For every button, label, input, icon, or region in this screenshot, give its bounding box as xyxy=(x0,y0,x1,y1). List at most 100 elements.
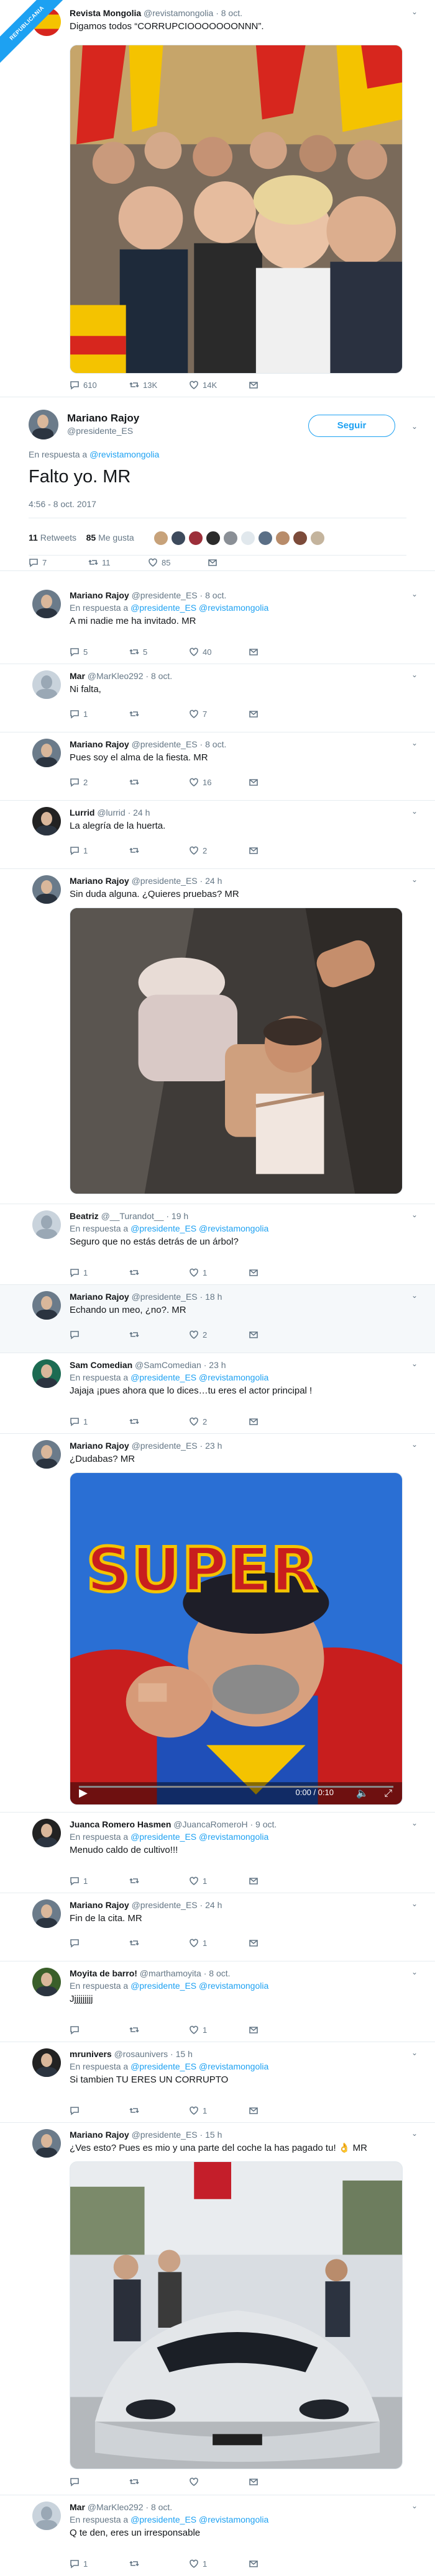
dm-button[interactable] xyxy=(249,845,262,857)
parent-tweet[interactable]: Revista Mongolia @revistamongolia · 8 oc… xyxy=(0,0,435,397)
reply-button[interactable] xyxy=(70,2477,83,2488)
chevron-down-icon[interactable]: ⌄ xyxy=(411,2048,419,2057)
author-name[interactable]: Beatriz xyxy=(70,1211,99,1221)
author-name[interactable]: Mariano Rajoy xyxy=(70,1292,129,1302)
avatar[interactable] xyxy=(32,1968,61,1996)
retweet-button[interactable] xyxy=(129,1876,143,1887)
chevron-down-icon[interactable]: ⌄ xyxy=(411,1968,419,1976)
reply-tweet[interactable]: Mariano Rajoy @presidente_ES · 23 h ¿Dud… xyxy=(0,1434,435,1813)
tweet-video[interactable]: SUPER ▶ 0:00 / 0:10 🔈 ⤢ xyxy=(70,1472,403,1805)
tweet-date[interactable]: 15 h xyxy=(176,2049,193,2059)
chevron-down-icon[interactable]: ⌄ xyxy=(411,1359,419,1368)
retweet-button[interactable] xyxy=(129,1330,143,1341)
chevron-down-icon[interactable]: ⌄ xyxy=(411,422,419,431)
fullscreen-icon[interactable]: ⤢ xyxy=(384,1788,392,1799)
retweet-button[interactable] xyxy=(129,2025,143,2036)
tweet-date[interactable]: 24 h xyxy=(205,1900,222,1910)
avatar[interactable] xyxy=(32,590,61,618)
chevron-down-icon[interactable]: ⌄ xyxy=(411,2129,419,2138)
chevron-down-icon[interactable]: ⌄ xyxy=(411,590,419,598)
chevron-down-icon[interactable]: ⌄ xyxy=(411,807,419,816)
avatar[interactable] xyxy=(32,670,61,699)
reply-button[interactable] xyxy=(70,1938,83,1949)
retweet-button[interactable]: 13K xyxy=(129,380,157,391)
reply-to-link[interactable]: @presidente_ES @revistamongolia xyxy=(130,1223,268,1233)
liker-avatar[interactable] xyxy=(188,530,204,546)
reply-button[interactable]: 1 xyxy=(70,1268,88,1279)
dm-button[interactable] xyxy=(249,2559,262,2570)
volume-icon[interactable]: 🔈 xyxy=(356,1787,369,1799)
author-name[interactable]: Revista Mongolia xyxy=(70,8,141,18)
like-button[interactable]: 16 xyxy=(189,777,211,788)
liker-avatar[interactable] xyxy=(222,530,239,546)
avatar[interactable] xyxy=(32,2048,61,2077)
author-handle[interactable]: @lurrid xyxy=(97,808,125,817)
tweet-date[interactable]: 8 oct. xyxy=(205,739,226,749)
tweet-date[interactable]: 8 oct. xyxy=(209,1968,230,1978)
reply-button[interactable]: 610 xyxy=(70,380,97,391)
reply-tweet[interactable]: Mariano Rajoy @presidente_ES · 24 h Sin … xyxy=(0,869,435,1204)
reply-button[interactable]: 1 xyxy=(70,709,88,720)
author-handle[interactable]: @marthamoyita xyxy=(140,1968,201,1978)
reply-tweet[interactable]: Mar @MarKleo292 · 8 oct. En respuesta a … xyxy=(0,2495,435,2576)
author-handle[interactable]: @presidente_ES xyxy=(132,739,198,749)
likes-stat[interactable]: 85 Me gusta xyxy=(86,533,134,543)
retweet-button[interactable] xyxy=(129,2105,143,2117)
main-tweet[interactable]: Mariano Rajoy @presidente_ES Seguir ⌄ En… xyxy=(0,397,435,571)
retweet-button[interactable] xyxy=(129,777,143,788)
author-name[interactable]: Sam Comedian xyxy=(70,1360,132,1370)
author-handle[interactable]: @presidente_ES xyxy=(67,426,133,436)
author-handle[interactable]: @__Turandot__ xyxy=(101,1211,164,1221)
dm-button[interactable] xyxy=(249,380,262,391)
dm-button[interactable] xyxy=(249,1938,262,1949)
like-button[interactable]: 2 xyxy=(189,1330,207,1341)
reply-tweet[interactable]: Mariano Rajoy @presidente_ES · 8 oct. Pu… xyxy=(0,732,435,801)
dm-button[interactable] xyxy=(249,2025,262,2036)
tweet-photo[interactable] xyxy=(70,45,403,374)
dm-button[interactable] xyxy=(249,2105,262,2117)
reply-button[interactable]: 1 xyxy=(70,845,88,857)
chevron-down-icon[interactable]: ⌄ xyxy=(411,1210,419,1219)
author-name[interactable]: Mariano Rajoy xyxy=(70,2130,129,2140)
reply-tweet[interactable]: Mariano Rajoy @presidente_ES · 8 oct. En… xyxy=(0,583,435,664)
author-name[interactable]: Mariano Rajoy xyxy=(70,739,129,749)
retweet-button[interactable] xyxy=(129,2477,143,2488)
author-handle[interactable]: @presidente_ES xyxy=(132,1900,198,1910)
avatar[interactable] xyxy=(32,875,61,904)
chevron-down-icon[interactable]: ⌄ xyxy=(411,2502,419,2510)
like-button[interactable]: 7 xyxy=(189,709,207,720)
author-handle[interactable]: @presidente_ES xyxy=(132,2130,198,2140)
dm-button[interactable] xyxy=(249,1330,262,1341)
like-button[interactable]: 1 xyxy=(189,1268,207,1279)
chevron-down-icon[interactable]: ⌄ xyxy=(411,1819,419,1827)
retweets-stat[interactable]: 11 Retweets xyxy=(29,533,76,543)
like-button[interactable]: 2 xyxy=(189,845,207,857)
chevron-down-icon[interactable]: ⌄ xyxy=(411,7,419,16)
like-button[interactable]: 2 xyxy=(189,1416,207,1428)
avatar[interactable] xyxy=(32,739,61,767)
avatar[interactable] xyxy=(32,1819,61,1847)
liker-avatar[interactable] xyxy=(292,530,308,546)
avatar[interactable] xyxy=(32,1210,61,1239)
tweet-date[interactable]: 23 h xyxy=(209,1360,226,1370)
reply-to-link[interactable]: @presidente_ES xyxy=(130,603,199,613)
chevron-down-icon[interactable]: ⌄ xyxy=(411,1899,419,1908)
liker-avatar[interactable] xyxy=(309,530,326,546)
dm-button[interactable] xyxy=(249,1268,262,1279)
author-handle[interactable]: @JuancaRomeroH xyxy=(173,1819,247,1829)
author-handle[interactable]: @MarKleo292 xyxy=(88,2502,144,2512)
follow-button[interactable]: Seguir xyxy=(308,415,395,437)
reply-button[interactable]: 7 xyxy=(29,557,47,569)
dm-button[interactable] xyxy=(249,647,262,658)
chevron-down-icon[interactable]: ⌄ xyxy=(411,875,419,884)
reply-tweet[interactable]: Mar @MarKleo292 · 8 oct. Ni falta, ⌄ 1 7 xyxy=(0,664,435,732)
chevron-down-icon[interactable]: ⌄ xyxy=(411,739,419,747)
author-handle[interactable]: @rosaunivers xyxy=(114,2049,168,2059)
reply-button[interactable]: 1 xyxy=(70,1876,88,1887)
retweet-button[interactable] xyxy=(129,1268,143,1279)
reply-to-link[interactable]: @presidente_ES @revistamongolia xyxy=(130,1372,268,1382)
tweet-date[interactable]: 8 oct. xyxy=(205,590,226,600)
tweet-date[interactable]: 9 oct. xyxy=(255,1819,277,1829)
author-name[interactable]: Lurrid xyxy=(70,808,94,817)
timestamp[interactable]: 4:56 - 8 oct. 2017 xyxy=(29,499,96,509)
